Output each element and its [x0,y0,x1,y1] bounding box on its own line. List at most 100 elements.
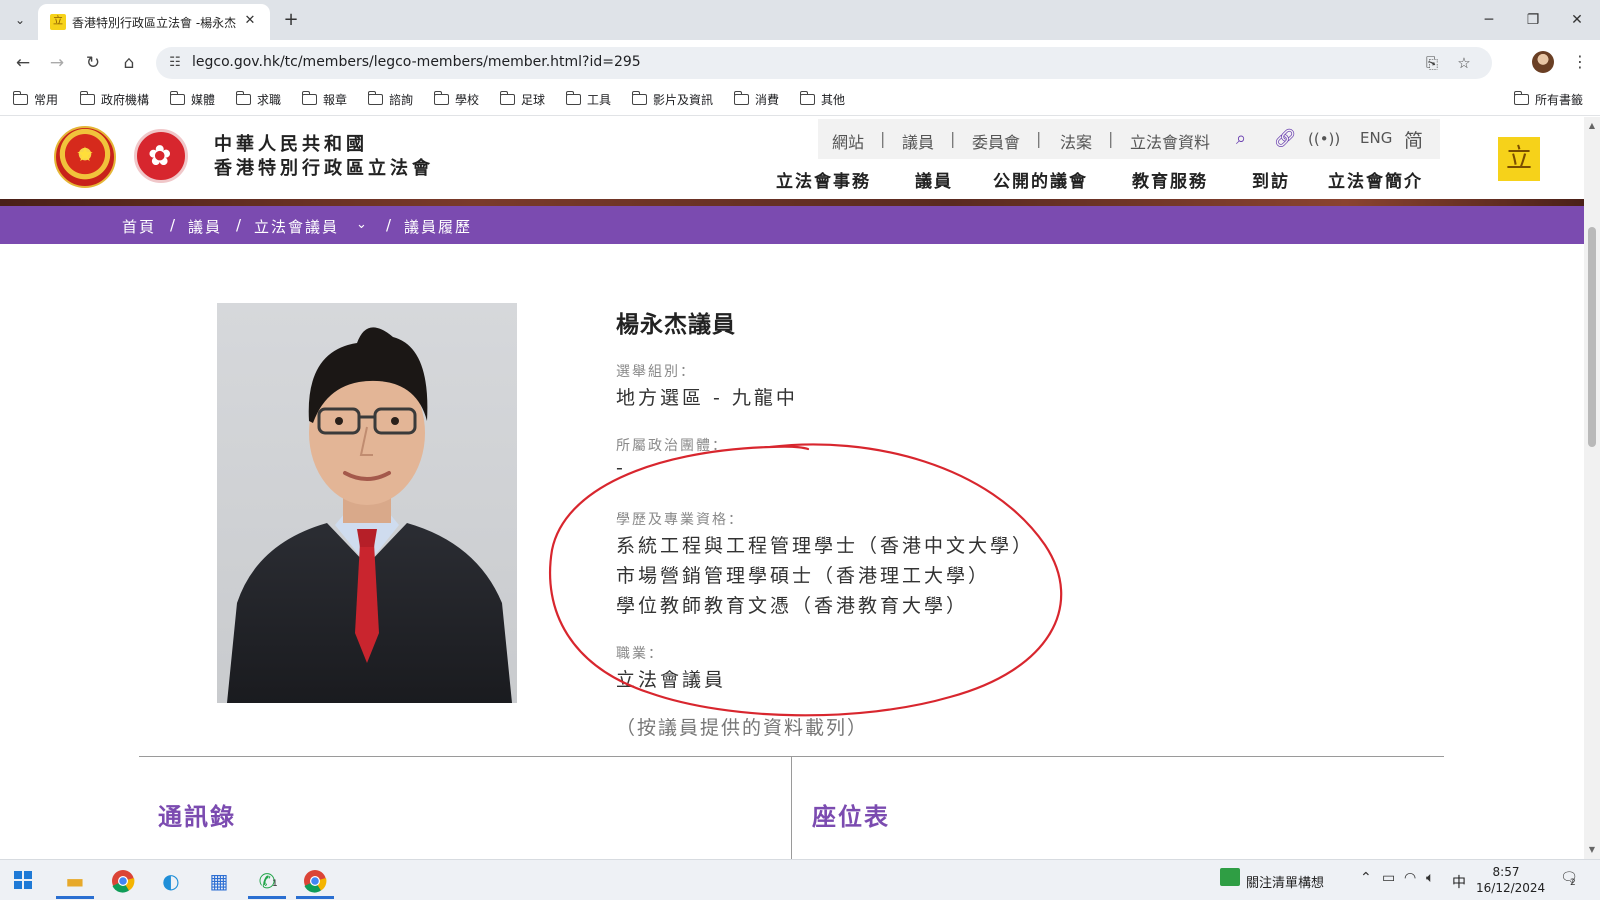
crumb-members[interactable]: 議員 [188,216,222,237]
url-text[interactable]: legco.gov.hk/tc/members/legco-members/me… [192,54,641,70]
chrome-icon[interactable] [100,863,146,899]
folder-icon [565,91,581,105]
chevron-down-icon[interactable]: ⌄ [356,217,369,232]
device-icon[interactable]: ▭ [1382,870,1395,886]
tab-search-chevron-icon[interactable]: ⌄ [8,8,32,32]
util-link-members[interactable]: 議員 [902,129,934,153]
util-link-committees[interactable]: 委員會 [972,129,1020,153]
install-app-icon[interactable]: ⎘ [1422,53,1442,73]
org-name-line1: 中華人民共和國 [214,134,368,155]
bookmark-folder[interactable]: 常用 [12,90,59,110]
bookmark-folder[interactable]: 影片及資訊 [631,90,714,110]
link-icon[interactable]: 🔗︎ [1272,126,1298,152]
bookmark-label: 求職 [257,93,282,107]
bookmark-folder[interactable]: 報章 [301,90,347,110]
notification-icon[interactable]: 🗨︎ 2 [1558,870,1580,890]
seating-heading[interactable]: 座位表 [812,797,890,832]
directory-heading[interactable]: 通訊錄 [158,797,236,832]
page-scrollbar[interactable]: ▲ ▼ [1584,117,1600,859]
crumb-home[interactable]: 首頁 [122,216,156,237]
new-tab-plus-icon[interactable]: + [278,8,304,34]
reload-icon[interactable]: ↻ [80,50,106,76]
breadcrumb: 首頁 / 議員 / 立法會議員 ⌄ / 議員履歷 [0,206,1584,244]
crumb-legco-members[interactable]: 立法會議員 [254,216,339,237]
whatsapp-icon[interactable]: ✆ 1 [244,863,290,899]
util-link-legco-info[interactable]: 立法會資料 [1130,129,1210,153]
broadcast-icon[interactable]: ((•)) [1308,126,1340,152]
window-close-icon[interactable]: ✕ [1562,8,1592,32]
forward-arrow-icon[interactable]: → [44,50,70,76]
nav-members[interactable]: 議員 [915,167,953,192]
windows-taskbar: ▬ ◐ ▦ ✆ 1 關注清單構想 ⌃ ▭ ◠ 🔈︎ 中 8:57 16/12/20… [0,859,1600,900]
search-icon[interactable]: ⌕ [1228,126,1254,152]
nav-council-business[interactable]: 立法會事務 [776,167,871,192]
bookmark-folder[interactable]: 政府機構 [79,90,150,110]
org-name[interactable]: 中華人民共和國 香港特別行政區立法會 [214,133,434,181]
restore-icon[interactable]: ❐ [1518,8,1548,32]
util-link-bills[interactable]: 法案 [1060,129,1092,153]
bookmark-folder[interactable]: 其他 [799,90,846,110]
hksar-emblem-icon [134,129,188,183]
page-viewport: 中華人民共和國 香港特別行政區立法會 網站 | 議員 | 委員會 | 法案 | … [0,117,1584,859]
folder-icon [79,91,95,105]
bookmark-folder[interactable]: 消費 [733,90,779,110]
util-link-website[interactable]: 網站 [832,129,864,153]
home-icon[interactable]: ⌂ [116,50,142,76]
browser-menu-icon[interactable]: ⋮ [1570,50,1590,74]
legco-favicon-icon: 立 [50,14,66,30]
nav-about[interactable]: 立法會簡介 [1328,167,1423,192]
folder-icon [799,91,815,105]
folder-icon [631,91,647,105]
bookmark-label: 其他 [821,93,846,107]
volume-icon[interactable]: 🔈︎ [1426,870,1434,886]
scroll-thumb[interactable] [1588,227,1596,447]
bookmark-label: 所有書籤 [1535,93,1584,107]
nav-open-legislature[interactable]: 公開的議會 [993,167,1088,192]
bookmark-folder[interactable]: 求職 [235,90,282,110]
folder-icon [733,91,749,105]
ime-indicator[interactable]: 中 [1452,872,1466,892]
bookmark-star-icon[interactable]: ☆ [1454,53,1474,73]
store-icon[interactable]: ▦ [196,863,242,899]
bookmark-folder[interactable]: 媒體 [169,90,215,110]
org-name-line2: 香港特別行政區立法會 [214,158,434,179]
bookmark-folder[interactable]: 學校 [433,90,479,110]
address-bar[interactable]: ☷ legco.gov.hk/tc/members/legco-members/… [156,47,1492,79]
lang-eng-link[interactable]: ENG [1360,129,1392,147]
clock-time: 8:57 [1492,865,1520,879]
legco-logo[interactable]: 立 [1498,137,1540,181]
windows-start-icon[interactable] [14,871,32,889]
scroll-down-icon[interactable]: ▼ [1587,845,1597,854]
chrome-profile-icon[interactable] [292,863,338,899]
member-name: 楊永杰議員 [616,312,736,338]
bookmark-folder[interactable]: 諮詢 [367,90,413,110]
taskbar-clock[interactable]: 8:57 16/12/2024 [1476,864,1545,896]
member-photo [217,303,517,703]
tray-label[interactable]: 關注清單構想 [1246,872,1324,891]
constituency-value: 地方選區 - 九龍中 [616,387,798,409]
watchlist-icon[interactable] [1220,868,1240,886]
folder-icon [367,91,383,105]
bookmark-label: 影片及資訊 [653,93,714,107]
back-arrow-icon[interactable]: ← [10,50,36,76]
edge-icon[interactable]: ◐ [148,863,194,899]
chevron-up-icon[interactable]: ⌃ [1360,870,1372,886]
site-info-icon[interactable]: ☷ [166,54,184,72]
all-bookmarks[interactable]: 所有書籤 [1513,90,1584,110]
bookmark-label: 常用 [34,93,59,107]
wifi-icon[interactable]: ◠ [1404,870,1416,886]
file-explorer-icon[interactable]: ▬ [52,863,98,899]
annotation-circle-stroke [548,443,1063,717]
bookmark-folder[interactable]: 足球 [499,90,545,110]
member-portrait-illustration [227,327,512,703]
lang-sc-link[interactable]: 简 [1404,126,1423,153]
nav-education[interactable]: 教育服務 [1132,167,1208,192]
profile-avatar[interactable] [1532,51,1554,73]
bookmark-label: 政府機構 [101,93,150,107]
nav-visit[interactable]: 到訪 [1252,167,1290,192]
browser-tab-active[interactable]: 立 香港特別行政區立法會 -楊永杰 ✕ [38,4,270,40]
scroll-up-icon[interactable]: ▲ [1587,121,1597,130]
bookmark-folder[interactable]: 工具 [565,90,611,110]
minimize-icon[interactable]: ─ [1474,8,1504,32]
tab-close-icon[interactable]: ✕ [242,13,258,29]
